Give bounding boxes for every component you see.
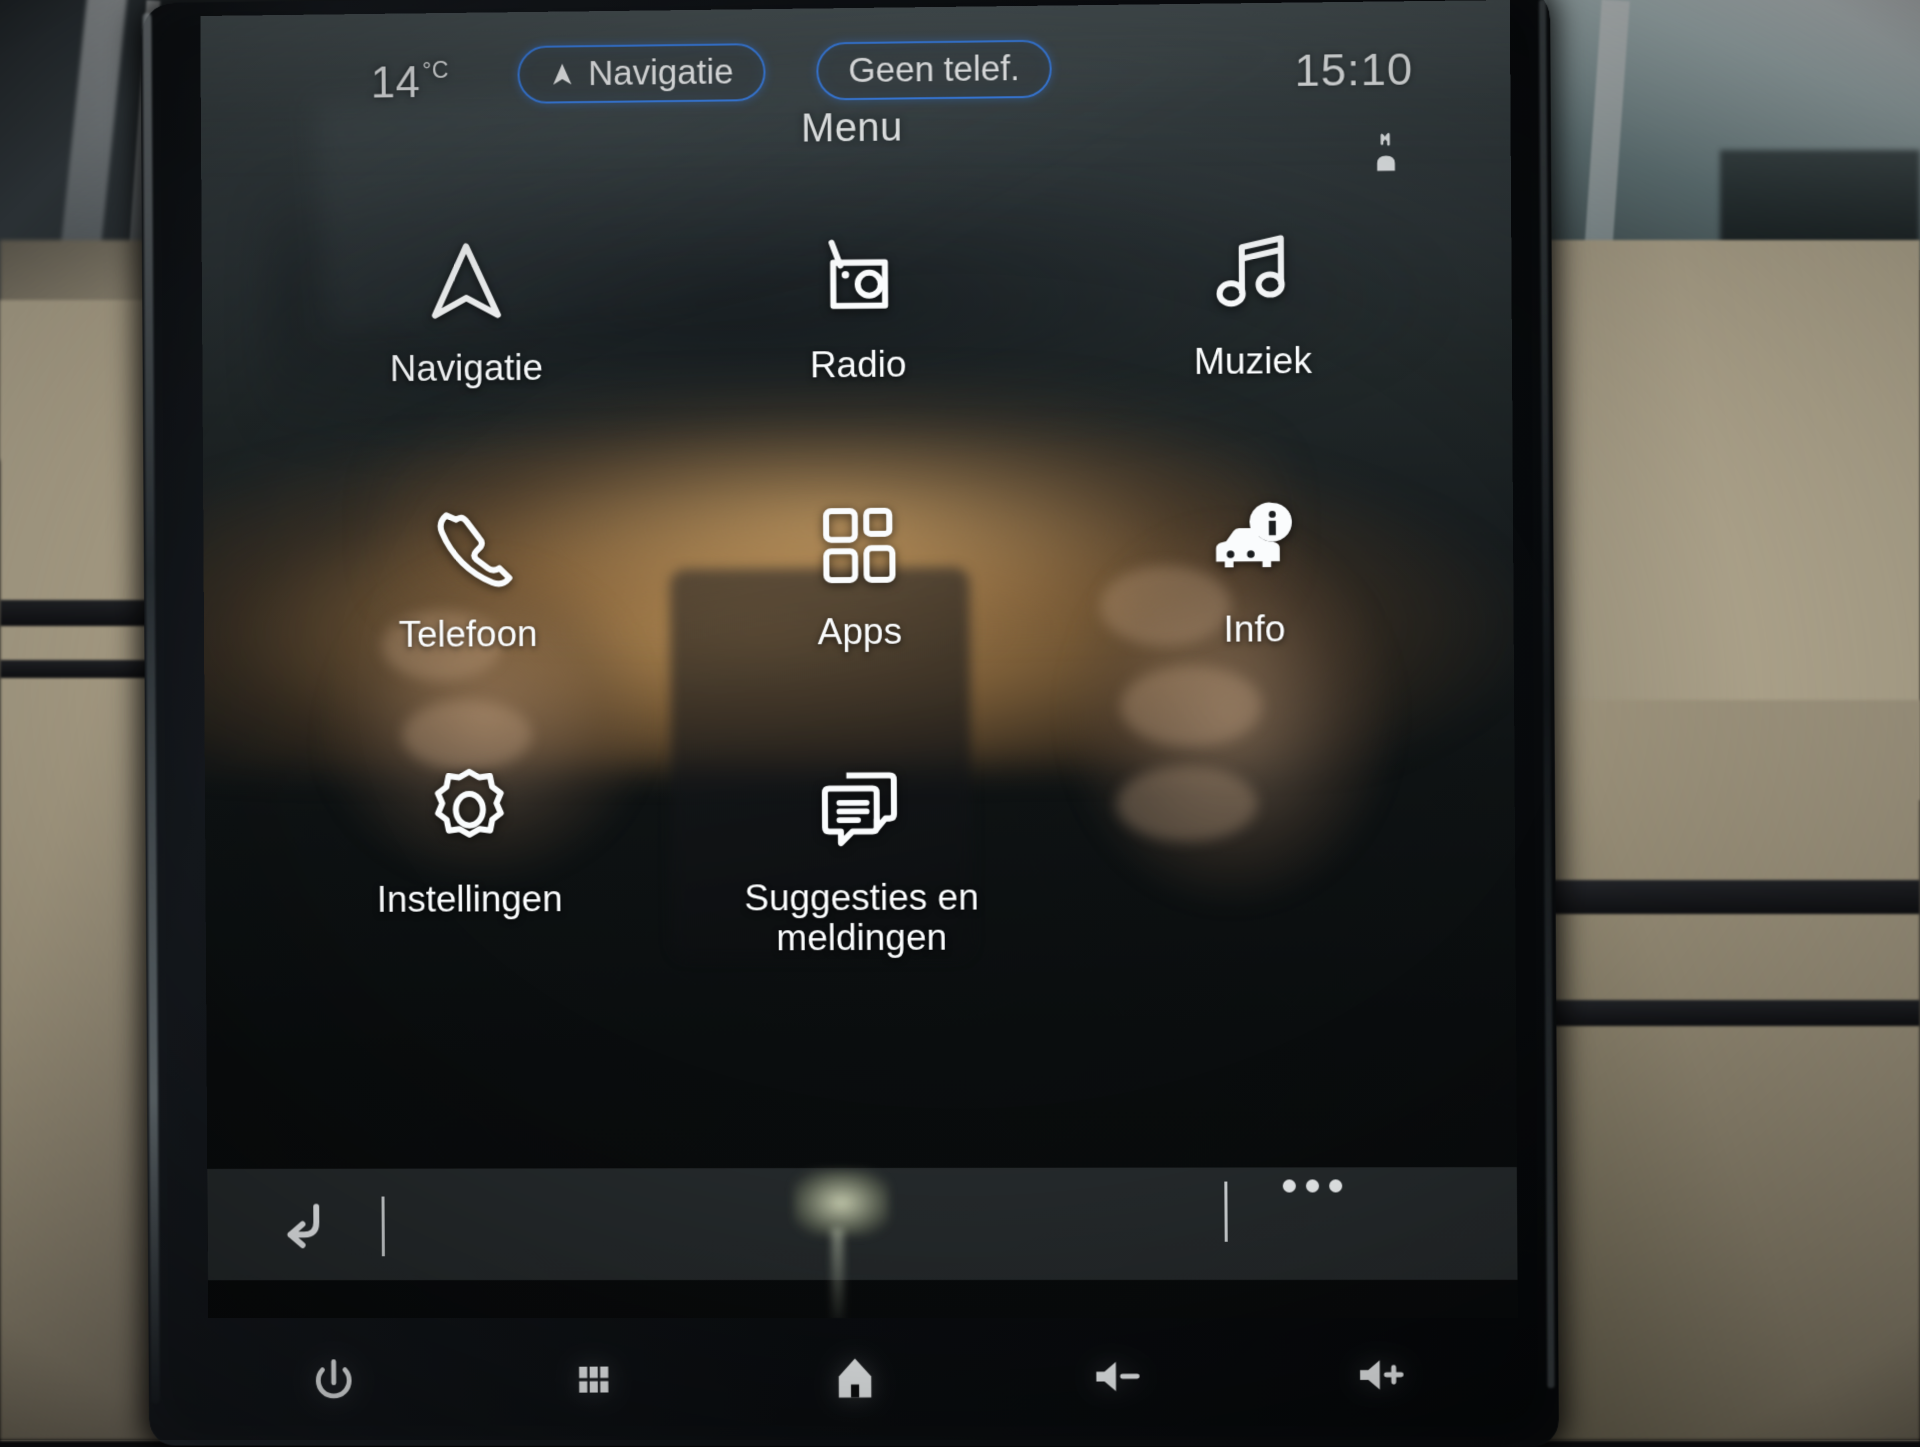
music-note-icon: [1206, 226, 1299, 319]
back-arrow-icon[interactable]: [275, 1195, 331, 1251]
gear-icon: [423, 766, 515, 858]
menu-tile-instellingen[interactable]: Instellingen: [274, 717, 666, 984]
menu-tile-info[interactable]: Info: [1056, 445, 1454, 715]
grid-icon: [568, 1353, 620, 1405]
menu-tile-apps[interactable]: Apps: [662, 448, 1057, 717]
navigation-arrow-icon: [549, 61, 575, 87]
infotainment-screen[interactable]: 14°C Navigatie Geen telef. 15:10 Menu: [200, 0, 1518, 1318]
volume-down-icon: [1091, 1350, 1144, 1402]
volume-up-icon: [1355, 1348, 1408, 1401]
menu-tile-suggesties-en-meldingen[interactable]: Suggesties en meldingen: [664, 715, 1059, 983]
message-notification-icon: [815, 764, 908, 856]
navigation-arrow-icon: [420, 234, 512, 327]
dot: [1283, 1179, 1296, 1192]
toolbar-separator-right: [1224, 1182, 1227, 1242]
temperature-unit: °C: [422, 57, 449, 83]
power-icon: [308, 1355, 360, 1407]
volume-up-button[interactable]: [1343, 1336, 1420, 1413]
dot: [1329, 1179, 1342, 1192]
console-vent-strip-right-2: [1540, 1000, 1920, 1026]
car-info-icon: [1207, 494, 1300, 587]
menu-grid: Navigatie Radio: [270, 177, 1455, 985]
menu-tile-label: Info: [1223, 609, 1285, 650]
console-vent-strip-left: [0, 600, 150, 626]
more-dots-icon[interactable]: [1283, 1179, 1343, 1192]
menu-tile-muziek[interactable]: Muziek: [1054, 177, 1452, 448]
phone-status-pill[interactable]: Geen telef.: [816, 40, 1052, 101]
menu-tile-telefoon[interactable]: Telefoon: [272, 451, 664, 719]
power-button[interactable]: [296, 1343, 372, 1419]
clock: 15:10: [1294, 43, 1413, 97]
phone-handset-icon: [422, 500, 514, 592]
nav-status-pill[interactable]: Navigatie: [517, 43, 765, 104]
menu-tile-radio[interactable]: Radio: [661, 181, 1056, 451]
toolbar-light-flare-tail: [831, 1228, 844, 1318]
radio-icon: [811, 231, 904, 324]
menu-tile-label: Apps: [818, 611, 903, 651]
dot: [1306, 1179, 1319, 1192]
apps-grid-icon: [813, 497, 906, 590]
outside-temperature: 14°C: [371, 57, 449, 109]
home-icon: [829, 1352, 881, 1404]
nav-status-pill-label: Navigatie: [588, 52, 734, 94]
menu-tile-label: Radio: [810, 345, 907, 386]
menu-tile-label: Muziek: [1194, 341, 1312, 382]
temperature-value: 14: [371, 58, 421, 107]
console-vent-strip-right: [1540, 880, 1920, 914]
apps-button[interactable]: [556, 1341, 632, 1417]
menu-tile-navigatie[interactable]: Navigatie: [270, 185, 662, 454]
menu-tile-label: Telefoon: [399, 614, 538, 655]
car-interior-photo: 14°C Navigatie Geen telef. 15:10 Menu: [0, 0, 1920, 1440]
home-button[interactable]: [817, 1340, 893, 1416]
screen-toolbar: [207, 1167, 1517, 1280]
menu-tile-label: Instellingen: [377, 880, 563, 921]
menu-tile-label: Navigatie: [390, 348, 543, 389]
volume-down-button[interactable]: [1079, 1338, 1156, 1415]
toolbar-light-flare: [793, 1170, 889, 1236]
phone-status-pill-label: Geen telef.: [848, 49, 1020, 91]
toolbar-separator-left: [382, 1197, 385, 1257]
menu-tile-label: Suggesties en meldingen: [712, 878, 1012, 959]
hardware-button-bar: [204, 1312, 1514, 1444]
console-vent-strip-left-2: [0, 660, 150, 678]
